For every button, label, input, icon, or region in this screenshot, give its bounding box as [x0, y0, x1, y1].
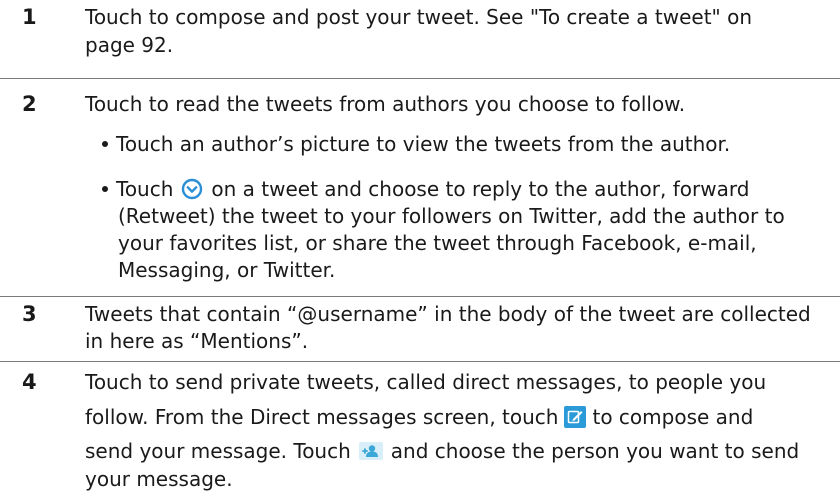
bullet-text-cont: your favorites list, or share the tweet …	[118, 231, 757, 255]
table-row-1: 1 Touch to compose and post your tweet. …	[0, 0, 840, 78]
row-text-line: follow. From the Direct messages screen,…	[85, 404, 828, 431]
table-row-4: 4 Touch to send private tweets, called d…	[0, 361, 840, 502]
row-number: 4	[22, 370, 37, 394]
row-text-segment: to compose and	[592, 405, 754, 429]
row-text-line: Touch to read the tweets from authors yo…	[85, 92, 686, 116]
bullet-text: on a tweet and choose to reply to the au…	[211, 177, 750, 201]
bullet-text-cont: (Retweet) the tweet to your followers on…	[118, 204, 785, 228]
bullet-text: Touch	[116, 177, 174, 201]
row-text-segment: send your message. Touch	[85, 439, 351, 463]
row-text-line: send your message. Touch and choose the …	[85, 438, 828, 465]
row-text-line: Touch to send private tweets, called dir…	[85, 370, 767, 394]
row-text-segment: follow. From the Direct messages screen,…	[85, 405, 559, 429]
row-number: 2	[22, 92, 37, 116]
bullet-text: Touch an author’s picture to view the tw…	[116, 132, 731, 156]
bullet-item: Touch an author’s picture to view the tw…	[102, 131, 828, 158]
row-number: 3	[22, 302, 37, 326]
manual-table: 1 Touch to compose and post your tweet. …	[0, 0, 840, 502]
table-row-2: 2 Touch to read the tweets from authors …	[0, 78, 840, 296]
bullet-text-cont: Messaging, or Twitter.	[118, 258, 336, 282]
row-text-line: Tweets that contain “@username” in the b…	[85, 302, 811, 326]
bullet-item: Touch on a tweet and choose to reply to …	[102, 176, 828, 203]
contacts-icon	[358, 441, 383, 460]
compose-icon	[564, 405, 587, 428]
row-text-segment: and choose the person you want to send	[390, 439, 800, 463]
row-text-line: Touch to compose and post your tweet. Se…	[85, 5, 753, 29]
row-number: 1	[22, 5, 37, 29]
row-text-line: your message.	[85, 467, 233, 491]
table-row-3: 3 Tweets that contain “@username” in the…	[0, 296, 840, 361]
row-text-line: in here as “Mentions”.	[85, 329, 309, 353]
bullet-dot	[102, 185, 108, 192]
chevron-circle-down-icon	[182, 178, 203, 199]
bullet-dot	[102, 140, 108, 147]
row-text-line: page 92.	[85, 33, 174, 57]
